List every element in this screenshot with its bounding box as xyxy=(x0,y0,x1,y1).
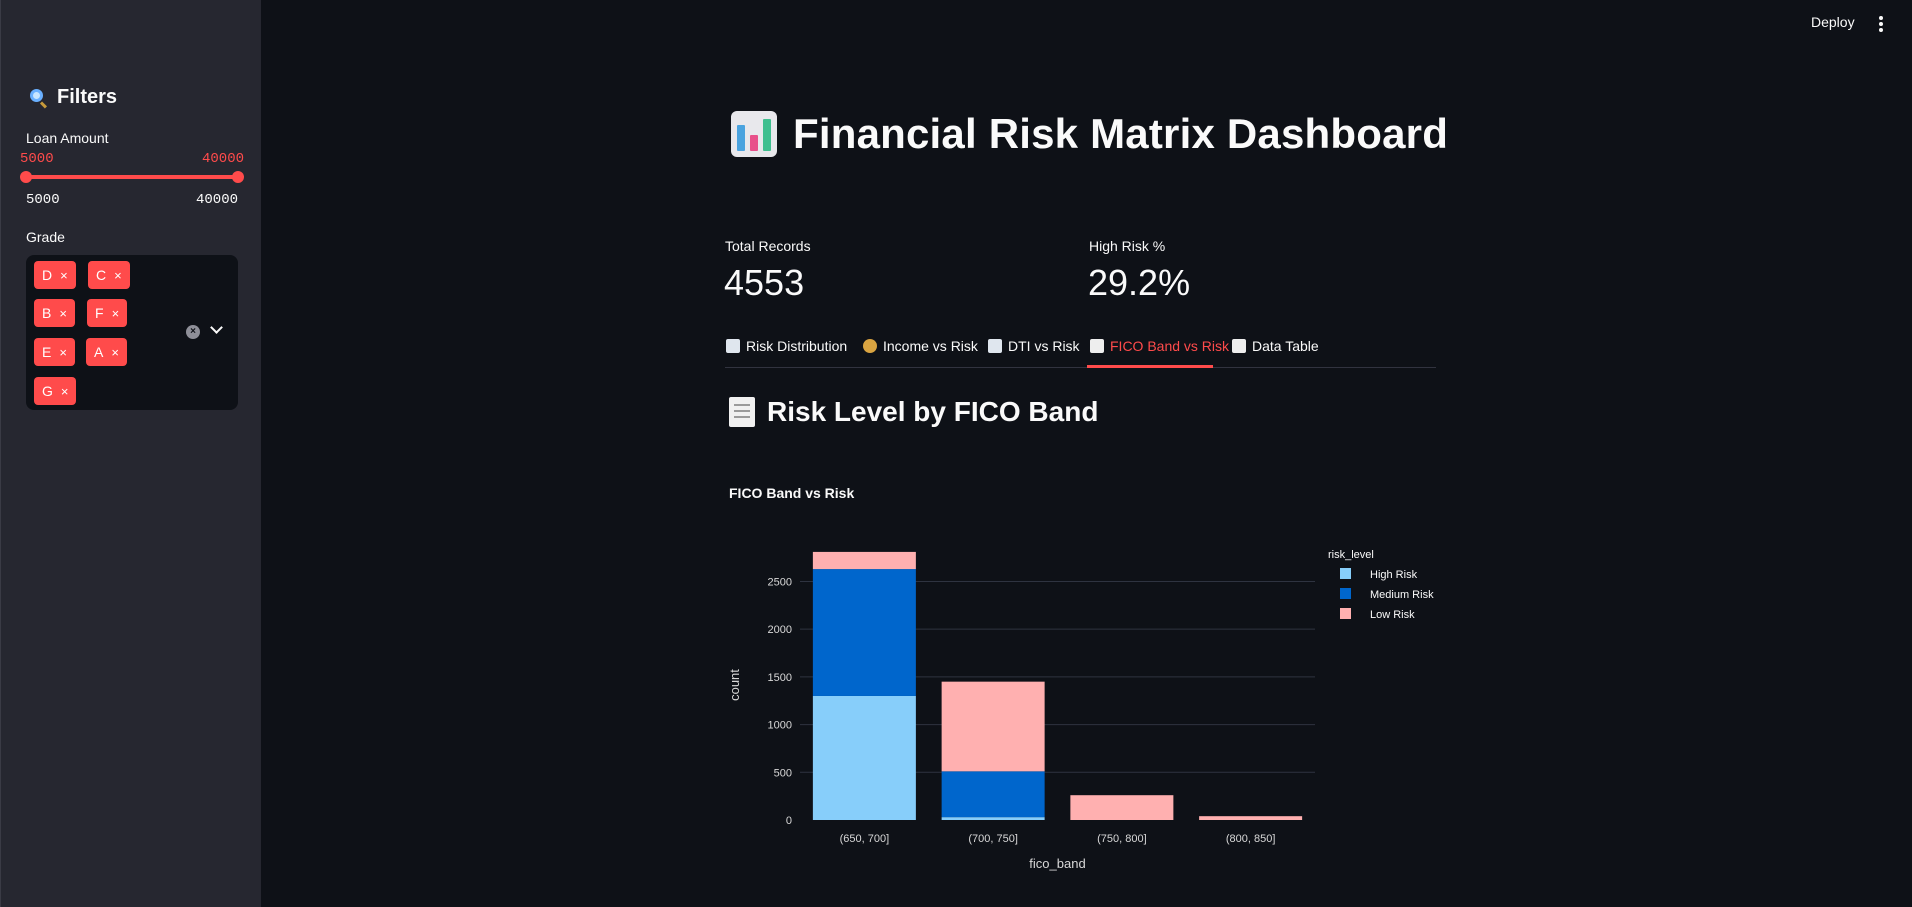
document-icon xyxy=(1232,339,1246,353)
y-tick-label: 1000 xyxy=(768,720,792,732)
tab-label: DTI vs Risk xyxy=(1008,338,1080,354)
legend-label: High Risk xyxy=(1370,569,1418,581)
page-title: Financial Risk Matrix Dashboard xyxy=(793,110,1449,157)
bar-segment xyxy=(812,569,916,696)
section-title: Risk Level by FICO Band xyxy=(767,396,1099,427)
y-tick-label: 1500 xyxy=(768,672,792,684)
loan-amount-slider-track[interactable] xyxy=(26,175,239,179)
grade-chip-b[interactable]: B × xyxy=(34,299,75,327)
y-tick-label: 2500 xyxy=(768,576,792,588)
close-icon[interactable]: × xyxy=(111,345,119,360)
bar-segment xyxy=(812,695,916,820)
legend-swatch xyxy=(1340,608,1351,619)
main-menu-icon[interactable] xyxy=(1879,16,1883,34)
loan-amount-min-handle[interactable] xyxy=(20,171,32,183)
close-icon[interactable]: × xyxy=(114,268,122,283)
legend-label: Low Risk xyxy=(1370,609,1415,621)
chip-label: F xyxy=(95,305,104,321)
close-icon[interactable]: × xyxy=(112,306,120,321)
grade-chip-g[interactable]: G × xyxy=(34,377,77,405)
bar-segment xyxy=(1199,816,1303,820)
tab-data-table[interactable]: Data Table xyxy=(1232,338,1319,354)
app-root: Filters Loan Amount 5000 40000 5000 4000… xyxy=(0,0,1912,907)
chip-label: C xyxy=(96,267,107,283)
chip-label: B xyxy=(42,305,52,321)
y-tick-label: 500 xyxy=(774,767,792,779)
x-tick-label: (750, 800] xyxy=(1097,833,1147,845)
loan-amount-range-min: 5000 xyxy=(26,192,60,208)
grade-chip-e[interactable]: E × xyxy=(34,338,75,366)
bar-segment xyxy=(941,817,1045,820)
x-tick-label: (700, 750] xyxy=(968,833,1018,845)
loan-amount-label: Loan Amount xyxy=(26,130,109,146)
tab-dti-vs-risk[interactable]: DTI vs Risk xyxy=(988,338,1080,354)
bar-segment xyxy=(941,771,1045,818)
metric-high-risk-label: High Risk % xyxy=(1089,238,1166,254)
chip-label: E xyxy=(42,344,52,360)
filters-heading: Filters xyxy=(29,86,117,109)
legend-swatch xyxy=(1340,588,1351,599)
chart-title: FICO Band vs Risk xyxy=(729,485,854,501)
clear-all-icon[interactable]: × xyxy=(186,325,200,339)
legend-label: Medium Risk xyxy=(1370,589,1434,601)
metric-total-records-label: Total Records xyxy=(725,238,811,254)
grade-label: Grade xyxy=(26,229,65,245)
tab-label: Risk Distribution xyxy=(746,338,848,354)
y-axis-label: count xyxy=(727,669,742,701)
legend-title: risk_level xyxy=(1328,549,1374,561)
y-tick-label: 2000 xyxy=(768,624,792,636)
loan-amount-selected-min: 5000 xyxy=(20,151,54,167)
tab-risk-distribution[interactable]: Risk Distribution xyxy=(726,338,847,354)
grade-chip-f[interactable]: F × xyxy=(87,299,128,327)
bar-chart-icon xyxy=(726,339,740,353)
money-bag-icon xyxy=(863,339,877,353)
sidebar: Filters Loan Amount 5000 40000 5000 4000… xyxy=(0,0,261,907)
deploy-button[interactable]: Deploy xyxy=(1811,14,1855,30)
bar-segment xyxy=(1070,795,1174,820)
tab-bar: Risk Distribution Income vs Risk DTI vs … xyxy=(725,332,1436,368)
x-axis-label: fico_band xyxy=(1029,856,1085,871)
legend-swatch xyxy=(1340,568,1351,579)
metric-total-records-value: 4553 xyxy=(724,262,805,303)
line-chart-icon xyxy=(988,339,1002,353)
page-title-row: Financial Risk Matrix Dashboard xyxy=(731,110,1448,158)
grade-chip-a[interactable]: A × xyxy=(86,338,127,366)
close-icon[interactable]: × xyxy=(60,268,68,283)
tab-label: Data Table xyxy=(1252,338,1319,354)
receipt-icon xyxy=(1090,339,1104,353)
x-tick-label: (650, 700] xyxy=(840,833,890,845)
grade-multiselect[interactable]: D × C × B × F × E × A × G × × xyxy=(26,255,238,410)
loan-amount-max-handle[interactable] xyxy=(232,171,244,183)
y-tick-label: 0 xyxy=(786,815,792,827)
bar-segment xyxy=(812,551,916,570)
receipt-icon xyxy=(729,397,755,427)
tab-label: FICO Band vs Risk xyxy=(1110,338,1230,354)
x-tick-label: (800, 850] xyxy=(1226,833,1276,845)
magnifier-icon xyxy=(29,88,49,109)
bar-segment xyxy=(941,681,1045,772)
bar-chart-icon xyxy=(731,111,777,157)
chip-label: D xyxy=(42,267,53,283)
tab-fico-band-vs-risk[interactable]: FICO Band vs Risk xyxy=(1090,338,1229,354)
grade-chip-d[interactable]: D × xyxy=(34,261,76,289)
metric-high-risk-value: 29.2% xyxy=(1088,262,1191,303)
grade-chip-c[interactable]: C × xyxy=(88,261,130,289)
tab-income-vs-risk[interactable]: Income vs Risk xyxy=(863,338,978,354)
chevron-down-icon[interactable] xyxy=(210,321,223,334)
chip-label: G xyxy=(42,383,53,399)
active-tab-indicator xyxy=(1087,365,1213,368)
close-icon[interactable]: × xyxy=(61,384,69,399)
filters-title: Filters xyxy=(57,86,118,108)
close-icon[interactable]: × xyxy=(59,345,67,360)
close-icon[interactable]: × xyxy=(59,306,67,321)
loan-amount-range-max: 40000 xyxy=(196,192,239,208)
loan-amount-selected-max: 40000 xyxy=(202,151,245,167)
tab-label: Income vs Risk xyxy=(883,338,978,354)
chip-label: A xyxy=(94,344,104,360)
fico-band-risk-chart: FICO Band vs Risk 0 500 1000 1500 2000 2500 (65… xyxy=(727,485,1434,871)
section-heading: Risk Level by FICO Band xyxy=(729,396,1098,428)
